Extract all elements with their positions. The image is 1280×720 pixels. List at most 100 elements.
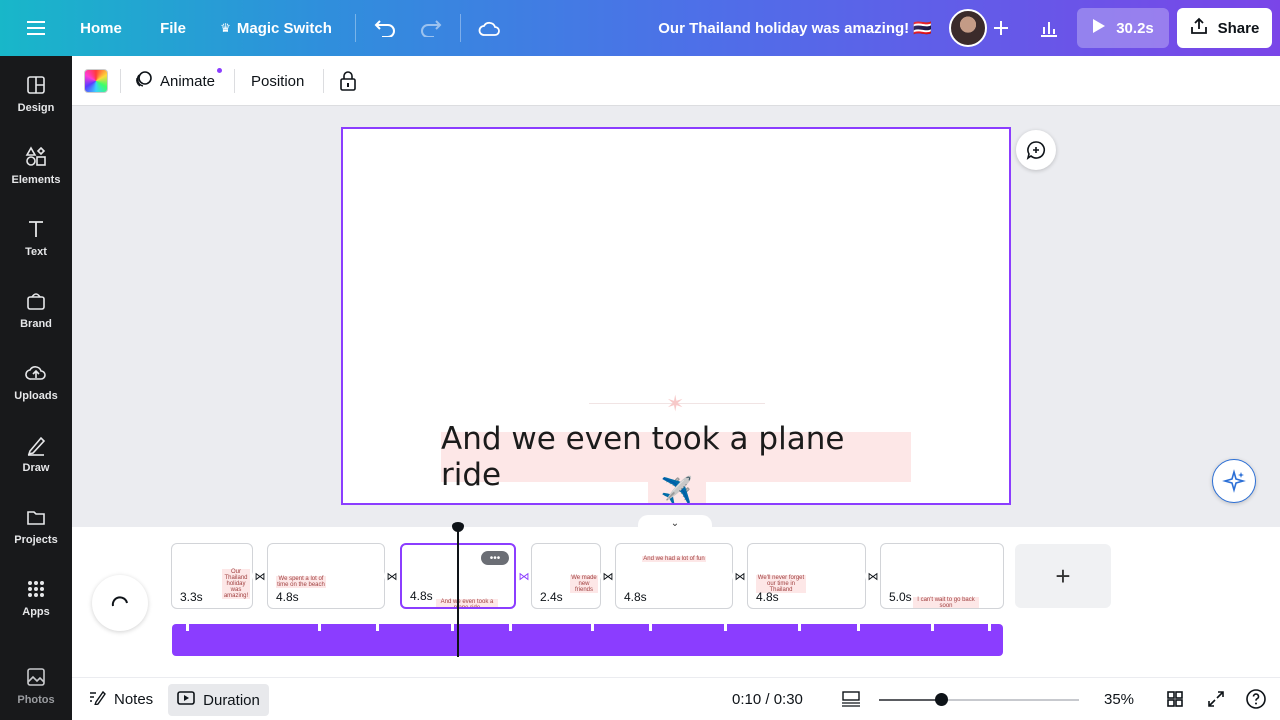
share-label: Share: [1217, 19, 1260, 37]
help-icon[interactable]: [1245, 678, 1267, 720]
duration-icon: [177, 690, 195, 710]
scene-thumb-text: And we had a lot of fun: [642, 556, 706, 562]
divider: [234, 69, 235, 93]
track-marker: [318, 624, 321, 631]
star-decoration-icon: ✶: [666, 391, 685, 416]
transition-icon[interactable]: ⋈: [600, 568, 616, 584]
track-marker: [724, 624, 727, 631]
photos-icon: [27, 668, 45, 686]
brand-icon: [27, 293, 45, 310]
play-icon: [1092, 18, 1106, 38]
sidebar-item-uploads[interactable]: Uploads: [0, 351, 72, 413]
pages-grid-icon[interactable]: [1166, 678, 1184, 720]
add-collaborator-icon[interactable]: [982, 9, 1020, 47]
sidebar-item-label: Draw: [22, 462, 50, 474]
sidebar-item-label: Brand: [20, 318, 52, 330]
divider: [460, 14, 461, 42]
track-marker: [649, 624, 652, 631]
scene-thumbnail[interactable]: We made new friends 2.4s: [531, 543, 601, 609]
track-marker: [186, 624, 189, 631]
transition-icon[interactable]: ⋈: [384, 568, 400, 584]
insights-icon[interactable]: [1030, 9, 1068, 47]
sidebar-item-label: Uploads: [14, 390, 58, 402]
sidebar-item-brand[interactable]: Brand: [0, 279, 72, 341]
sidebar-item-label: Projects: [14, 534, 58, 546]
grid-view-toggle-icon[interactable]: [840, 678, 862, 720]
sidebar-item-projects[interactable]: Projects: [0, 495, 72, 557]
present-play-button[interactable]: 30.2s: [1077, 8, 1169, 48]
design-canvas[interactable]: ✶ And we even took a plane ride ✈️: [341, 127, 1011, 505]
more-options-icon[interactable]: •••: [481, 551, 509, 565]
collapse-timeline-chevron-icon[interactable]: ⌄: [638, 515, 712, 531]
sidebar-item-text[interactable]: Text: [0, 207, 72, 269]
sidebar-item-label: Design: [17, 102, 55, 114]
apps-icon: [28, 581, 44, 597]
transition-icon[interactable]: ⋈: [252, 568, 268, 584]
sidebar-item-apps[interactable]: Apps: [0, 567, 72, 629]
airplane-icon[interactable]: ✈️: [648, 473, 706, 503]
undo-icon[interactable]: [370, 0, 400, 56]
play-duration-label: 30.2s: [1116, 19, 1154, 37]
audio-track[interactable]: [172, 624, 1003, 656]
sidebar-item-label: Apps: [22, 606, 50, 618]
animate-icon: [134, 69, 154, 93]
add-scene-button[interactable]: +: [1015, 544, 1111, 608]
sidebar-item-label: Elements: [11, 174, 61, 186]
playback-time: 0:10 / 0:30: [732, 690, 803, 708]
design-icon: [27, 76, 45, 94]
crown-icon: ♛: [220, 21, 231, 35]
cloud-save-icon[interactable]: [474, 0, 504, 56]
scene-thumb-text: We spent a lot of time on the beach: [276, 576, 326, 588]
menu-icon[interactable]: [20, 0, 52, 56]
sidebar-item-photos[interactable]: Photos: [0, 655, 72, 717]
transition-icon[interactable]: ⋈: [865, 568, 881, 584]
track-marker: [931, 624, 934, 631]
lock-icon[interactable]: [338, 56, 358, 106]
scene-thumbnail[interactable]: I can't wait to go back soon 5.0s: [880, 543, 1004, 609]
scene-thumb-text: And we even took a plane ride: [436, 599, 498, 607]
track-marker: [509, 624, 512, 631]
zoom-level[interactable]: 35%: [1104, 678, 1134, 720]
sidebar-item-elements[interactable]: Elements: [0, 135, 72, 197]
scene-thumbnail[interactable]: Our Thailand holiday was amazing! 3.3s: [171, 543, 253, 609]
track-marker: [798, 624, 801, 631]
zoom-slider-fill: [879, 699, 941, 701]
track-marker: [591, 624, 594, 631]
track-marker: [988, 624, 991, 631]
file-menu-button[interactable]: File: [152, 0, 194, 56]
notes-button[interactable]: Notes: [88, 678, 153, 720]
magic-switch-button[interactable]: ♛ Magic Switch: [214, 0, 338, 56]
fullscreen-icon[interactable]: [1207, 678, 1225, 720]
draw-icon: [27, 436, 46, 456]
scene-thumb-text: Our Thailand holiday was amazing!: [222, 569, 250, 599]
scene-thumbnail[interactable]: And we had a lot of fun 4.8s: [615, 543, 733, 609]
add-comment-icon[interactable]: [1016, 130, 1056, 170]
loading-spinner-icon: [92, 575, 148, 631]
playhead[interactable]: [457, 527, 459, 657]
scene-thumbnail[interactable]: We'll never forget our time in Thailand …: [747, 543, 866, 609]
sidebar-item-draw[interactable]: Draw: [0, 423, 72, 485]
sidebar-item-label: Text: [25, 246, 47, 258]
redo-icon[interactable]: [416, 0, 446, 56]
scene-thumbnail[interactable]: We spent a lot of time on the beach 4.8s: [267, 543, 385, 609]
uploads-icon: [25, 366, 46, 380]
transition-icon[interactable]: ⋈: [516, 568, 532, 584]
projects-icon: [27, 511, 45, 525]
zoom-slider-handle[interactable]: [935, 693, 948, 706]
new-badge-dot: [217, 68, 222, 73]
track-marker: [376, 624, 379, 631]
design-title[interactable]: Our Thailand holiday was amazing! 🇹🇭: [640, 0, 932, 56]
color-picker-button[interactable]: [84, 69, 108, 93]
magic-switch-label: Magic Switch: [236, 19, 332, 37]
scene-duration: 4.8s: [276, 590, 299, 604]
duration-button[interactable]: Duration: [168, 684, 269, 716]
transition-icon[interactable]: ⋈: [732, 568, 748, 584]
position-button[interactable]: Position: [251, 56, 304, 106]
sidebar-item-design[interactable]: Design: [0, 63, 72, 125]
animate-button[interactable]: Animate: [134, 56, 215, 106]
divider: [355, 14, 356, 42]
scene-duration: 4.8s: [624, 590, 647, 604]
magic-assistant-icon[interactable]: [1212, 459, 1256, 503]
home-button[interactable]: Home: [72, 0, 130, 56]
share-button[interactable]: Share: [1177, 8, 1272, 48]
